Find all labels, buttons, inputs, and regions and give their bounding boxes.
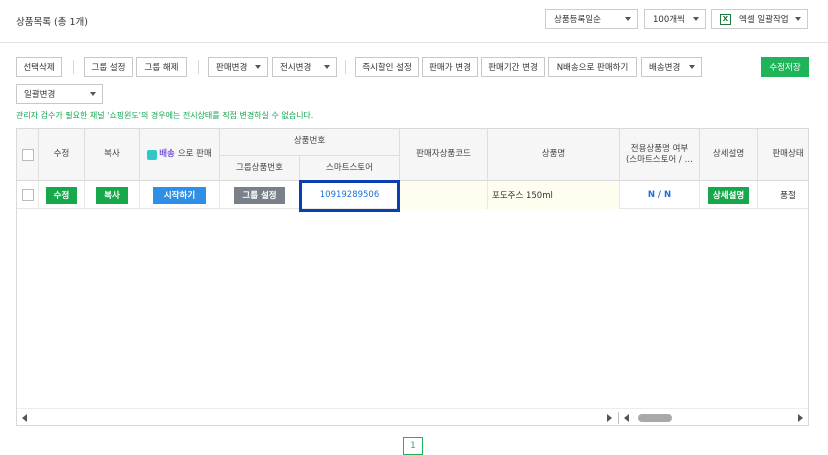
delivery-badge: 배송	[147, 149, 175, 160]
scroll-thumb[interactable]	[638, 414, 672, 422]
divider	[345, 60, 346, 74]
group-setting-button[interactable]: 그룹 설정	[234, 186, 285, 204]
per-page-select[interactable]: 100개씩	[644, 9, 706, 29]
excel-bulk-label: 엑셀 일괄작업	[739, 15, 789, 25]
header-exclusive-name: 전용상품명 여부 (스마트스토어 / …	[620, 129, 700, 181]
group-unset-button[interactable]: 그룹 해제	[136, 57, 187, 77]
row-exclusive-cell: N / N	[620, 181, 700, 209]
copy-button[interactable]: 복사	[96, 186, 128, 204]
page-title: 상품목록 (총 1개)	[16, 14, 88, 28]
period-change-button[interactable]: 판매기간 변경	[481, 57, 545, 77]
chevron-down-icon	[795, 17, 801, 21]
notice-text: 관리자 검수가 필요한 채널 '쇼핑윈도'의 경우에는 전시상태를 직접 변경하…	[16, 111, 314, 120]
divider	[198, 60, 199, 74]
price-change-button[interactable]: 판매가 변경	[422, 57, 478, 77]
header-exclusive-line1: 전용상품명 여부	[630, 143, 689, 154]
header-product-name: 상품명	[488, 129, 620, 181]
bulk-change-dropdown[interactable]: 일괄변경	[16, 84, 103, 104]
excel-bulk-button[interactable]: X 엑셀 일괄작업	[711, 9, 808, 29]
scroll-left-icon[interactable]	[22, 414, 27, 422]
row-product-name-cell[interactable]: 포도주스 150ml	[488, 181, 620, 209]
header-exclusive-line2: (스마트스토어 / …	[625, 155, 693, 165]
sale-change-dropdown[interactable]: 판매변경	[208, 57, 268, 77]
scroll-right-icon[interactable]	[798, 414, 803, 422]
header-smartstore: 스마트스토어	[300, 155, 400, 181]
display-change-dropdown[interactable]: 전시변경	[272, 57, 337, 77]
sale-change-label: 판매변경	[216, 63, 248, 73]
detail-button[interactable]: 상세설명	[707, 186, 750, 204]
display-change-label: 전시변경	[280, 63, 312, 73]
product-grid: 수정 복사 배송 으로 판매 상품번호 그룹상품번호 스마트스토어 판매자상품코…	[16, 128, 809, 426]
row-group-cell: 그룹 설정	[220, 181, 300, 209]
row-start-cell: 시작하기	[140, 181, 220, 209]
row-copy-cell: 복사	[85, 181, 140, 209]
header-seller-code: 판매자상품코드	[400, 129, 488, 181]
table-row: 수정 복사 시작하기 그룹 설정 10919289506 포도주스 150ml …	[17, 181, 808, 209]
delete-selected-button[interactable]: 선택삭제	[16, 57, 62, 77]
sale-status: 품절	[780, 191, 796, 201]
per-page-select-label: 100개씩	[653, 15, 685, 25]
highlight-box	[299, 180, 400, 212]
instant-discount-button[interactable]: 즉시할인 설정	[355, 57, 419, 77]
row-sale-status-cell: 품절	[758, 181, 808, 209]
divider	[0, 42, 828, 43]
chevron-down-icon	[625, 17, 631, 21]
header-detail: 상세설명	[700, 129, 758, 181]
horizontal-scrollbar[interactable]	[17, 408, 808, 425]
header-sale-status: 판매상태	[772, 149, 804, 160]
row-checkbox[interactable]	[21, 189, 34, 201]
page-title-text: 상품목록	[16, 17, 51, 28]
header-copy: 복사	[85, 129, 140, 181]
row-edit-cell: 수정	[39, 181, 85, 209]
n-delivery-button[interactable]: N배송으로 판매하기	[548, 57, 637, 77]
row-detail-cell: 상세설명	[700, 181, 758, 209]
bulk-change-label: 일괄변경	[24, 90, 56, 100]
badge-icon	[147, 149, 158, 160]
sell-with-text: 으로 판매	[177, 149, 212, 160]
select-all-checkbox[interactable]	[21, 149, 34, 161]
chevron-down-icon	[693, 17, 699, 21]
divider	[73, 60, 74, 74]
group-set-button[interactable]: 그룹 설정	[84, 57, 133, 77]
header-group-number: 그룹상품번호	[220, 155, 300, 181]
edit-button[interactable]: 수정	[45, 186, 78, 204]
delivery-change-label: 배송변경	[649, 63, 681, 73]
row-seller-code-cell[interactable]	[400, 181, 488, 209]
scroll-right-icon[interactable]	[607, 414, 612, 422]
header-select-all	[17, 129, 39, 181]
header-edit: 수정	[39, 129, 85, 181]
header-sell-with: 배송 으로 판매	[140, 129, 220, 181]
exclusive-name-status[interactable]: N / N	[648, 190, 671, 200]
product-name: 포도주스 150ml	[492, 191, 553, 201]
sort-select-label: 상품등록일순	[554, 15, 601, 25]
badge-text: 배송	[159, 149, 175, 160]
page-number-current[interactable]: 1	[403, 437, 423, 455]
delivery-change-dropdown[interactable]: 배송변경	[641, 57, 702, 77]
chevron-down-icon	[324, 65, 330, 69]
chevron-down-icon	[90, 92, 96, 96]
header-product-number: 상품번호	[220, 129, 400, 155]
divider	[618, 412, 619, 424]
grid-header: 수정 복사 배송 으로 판매 상품번호 그룹상품번호 스마트스토어 판매자상품코…	[17, 129, 808, 181]
row-select-cell	[17, 181, 39, 209]
chevron-down-icon	[255, 65, 261, 69]
start-selling-button[interactable]: 시작하기	[152, 186, 207, 204]
chevron-down-icon	[689, 65, 695, 69]
sort-select[interactable]: 상품등록일순	[545, 9, 638, 29]
scroll-left-icon[interactable]	[624, 414, 629, 422]
product-count: (총 1개)	[54, 17, 88, 28]
excel-icon: X	[720, 13, 731, 25]
save-edits-button[interactable]: 수정저장	[761, 57, 809, 77]
